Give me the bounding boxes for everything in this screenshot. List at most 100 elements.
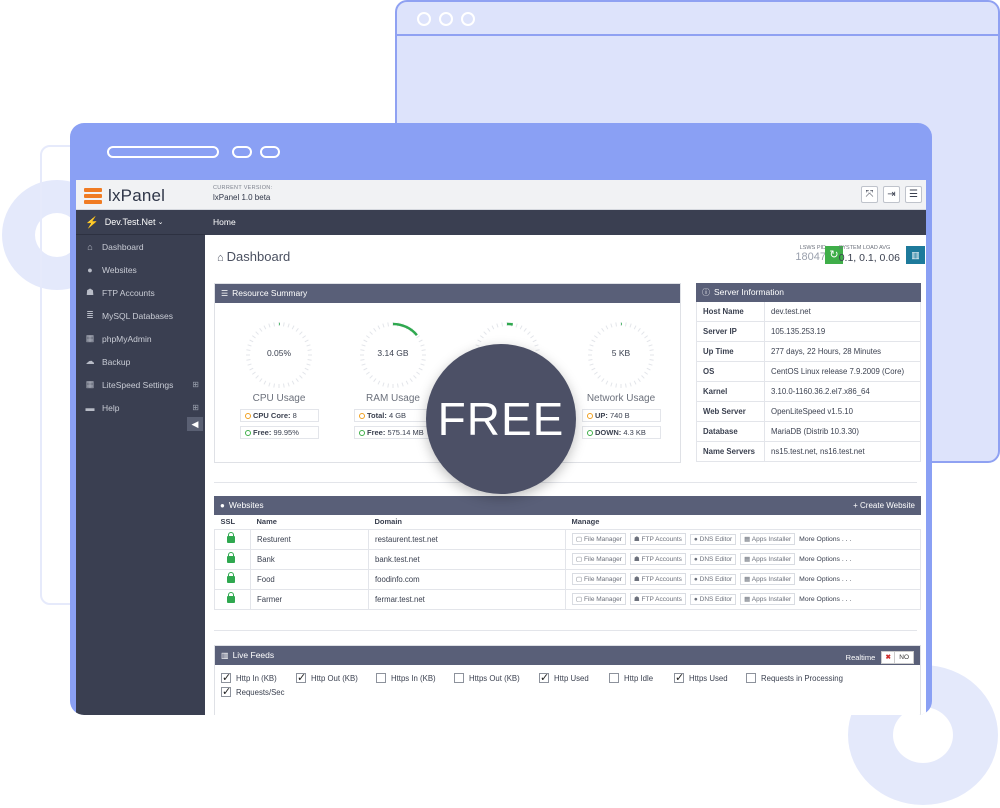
manage-button[interactable]: ▦ Apps Installer [740, 553, 796, 565]
free-badge: FREE [426, 344, 576, 494]
checkbox-icon [454, 673, 464, 683]
server-info-value: 3.10.0-1160.36.2.el7.x86_64 [771, 387, 870, 396]
sidebar-item-mysql-databases[interactable]: ≣ MySQL Databases [76, 304, 205, 327]
feed-checkbox[interactable]: Requests in Processing [746, 673, 856, 683]
logout-button[interactable]: ⇥ [883, 186, 900, 203]
realtime-label: Realtime [845, 653, 876, 662]
usage-gauge: 0.05% [244, 320, 314, 390]
live-feeds-panel: ▥Live Feeds Realtime ✖ NO Http In (KB)Ht… [214, 645, 921, 715]
feed-label: Http Out (KB) [311, 673, 358, 683]
sidebar-item-websites[interactable]: ● Websites [76, 258, 205, 281]
manage-button[interactable]: ▦ Apps Installer [740, 573, 796, 585]
manage-button[interactable]: ☗ FTP Accounts [629, 533, 686, 545]
manage-button[interactable]: ▢ File Manager [572, 533, 626, 545]
stat-label: Free: [253, 428, 272, 437]
manage-button[interactable]: ▦ Apps Installer [740, 593, 796, 605]
logo[interactable]: lxPanel [84, 186, 165, 206]
expand-icon: ⤧ [865, 189, 874, 200]
feed-checkbox[interactable]: Https In (KB) [376, 673, 454, 683]
close-icon: ✖ [882, 652, 895, 663]
resource-title: CPU Usage [252, 393, 306, 404]
manage-button[interactable]: ● DNS Editor [689, 534, 737, 545]
main-content: Home ⌂ Dashboard LSWS PID 18047 ↻ SYSTEM … [205, 210, 926, 715]
manage-button-label: DNS Editor [699, 576, 733, 583]
feed-checkbox[interactable]: Http Idle [609, 673, 674, 683]
server-info-key: Host Name [697, 302, 765, 321]
manage-cell: ▢ File Manager ☗ FTP Accounts ● DNS Editor… [565, 568, 921, 590]
manage-button[interactable]: ☗ FTP Accounts [629, 573, 686, 585]
manage-button-label: Apps Installer [751, 536, 792, 543]
feed-checkbox[interactable]: Requests/Sec [221, 685, 285, 698]
fullscreen-button[interactable]: ⤧ [861, 186, 878, 203]
manage-button-label: FTP Accounts [641, 556, 682, 563]
feed-checkbox[interactable]: Http Out (KB) [296, 671, 376, 684]
feed-checkbox[interactable]: Http Used [539, 671, 609, 684]
manage-button[interactable]: ☗ FTP Accounts [629, 553, 686, 565]
status-dot-icon [359, 430, 365, 436]
server-info-row: Host Name dev.test.net [696, 302, 921, 322]
address-bar-decoration [107, 146, 219, 158]
manage-button[interactable]: ▦ Apps Installer [740, 533, 796, 545]
realtime-toggle[interactable]: ✖ NO [881, 651, 914, 664]
lock-icon [227, 572, 235, 583]
app-header: lxPanel CURRENT VERSION: lxPanel 1.0 bet… [76, 180, 926, 210]
sidebar-item-help[interactable]: ▬ Help ⊞ [76, 396, 205, 419]
load-chart-button[interactable]: ▥ [906, 246, 925, 264]
lock-icon [227, 552, 235, 563]
websites-title: Websites [228, 500, 264, 510]
site-domain: foodinfo.com [368, 568, 566, 590]
server-info-value: 105.135.253.19 [771, 327, 826, 336]
manage-button[interactable]: ● DNS Editor [689, 554, 737, 565]
file-icon: ▢ [576, 576, 583, 583]
checkbox-icon [376, 673, 386, 683]
sidebar-item-backup[interactable]: ☁ Backup [76, 350, 205, 373]
manage-button[interactable]: ● DNS Editor [689, 574, 737, 585]
site-name: Food [250, 568, 369, 590]
feed-checkbox[interactable]: Https Used [674, 671, 746, 684]
window-dot-icon [417, 12, 431, 26]
manage-cell: ▢ File Manager ☗ FTP Accounts ● DNS Editor… [565, 528, 921, 550]
sidebar-item-dashboard[interactable]: ⌂ Dashboard [76, 235, 205, 258]
manage-cell: ▢ File Manager ☗ FTP Accounts ● DNS Editor… [565, 548, 921, 570]
sidebar-item-litespeed-settings[interactable]: ▦ LiteSpeed Settings ⊞ [76, 373, 205, 396]
sidebar-item-phpmyadmin[interactable]: ▦ phpMyAdmin [76, 327, 205, 350]
breadcrumb-home-link[interactable]: Home [213, 217, 236, 227]
checkbox-icon [221, 671, 231, 684]
manage-button[interactable]: ☗ FTP Accounts [629, 593, 686, 605]
usage-gauge: 3.14 GB [358, 320, 428, 390]
server-info-key: Name Servers [697, 442, 765, 461]
server-selector[interactable]: ⚡ Dev.Test.Net ⌄ [76, 210, 205, 235]
manage-button-label: File Manager [583, 536, 622, 543]
gauge-value: 3.14 GB [377, 348, 409, 358]
menu-button[interactable]: ☰ [905, 186, 922, 203]
sidebar: ⚡ Dev.Test.Net ⌄ ⌂ Dashboard ● Websites ☗ … [76, 210, 205, 715]
more-options-link[interactable]: More Options . . . [799, 556, 851, 563]
manage-button[interactable]: ▢ File Manager [572, 593, 626, 605]
system-load: SYSTEM LOAD AVG 0.1, 0.1, 0.06 [839, 245, 900, 264]
feed-checkbox[interactable]: Https Out (KB) [454, 673, 539, 683]
feed-label: Http Used [554, 673, 589, 683]
stat-label: DOWN: [595, 428, 622, 437]
site-name: Farmer [250, 588, 369, 610]
create-website-button[interactable]: + Create Website [853, 496, 915, 515]
manage-button[interactable]: ● DNS Editor [689, 594, 737, 605]
collapse-sidebar-button[interactable]: ◀ [187, 417, 203, 431]
database-icon: ≣ [86, 310, 94, 320]
more-options-link[interactable]: More Options . . . [799, 536, 851, 543]
more-options-link[interactable]: More Options . . . [799, 576, 851, 583]
feed-checkbox[interactable]: Http In (KB) [221, 671, 296, 684]
manage-button[interactable]: ▢ File Manager [572, 553, 626, 565]
lsws-pid-value: 18047 [795, 251, 826, 263]
globe-icon: ● [693, 536, 698, 543]
stat-label: CPU Core: [253, 411, 291, 420]
resource-title: Network Usage [586, 393, 656, 404]
file-icon: ▢ [576, 556, 583, 563]
window-dot-icon [461, 12, 475, 26]
manage-button[interactable]: ▢ File Manager [572, 573, 626, 585]
sidebar-item-ftp-accounts[interactable]: ☗ FTP Accounts [76, 281, 205, 304]
manage-button-label: Apps Installer [751, 576, 792, 583]
page-title-text: Dashboard [226, 249, 291, 264]
more-options-link[interactable]: More Options . . . [799, 596, 851, 603]
apps-icon: ▦ [744, 556, 751, 563]
feed-label: Https Out (KB) [469, 673, 520, 683]
